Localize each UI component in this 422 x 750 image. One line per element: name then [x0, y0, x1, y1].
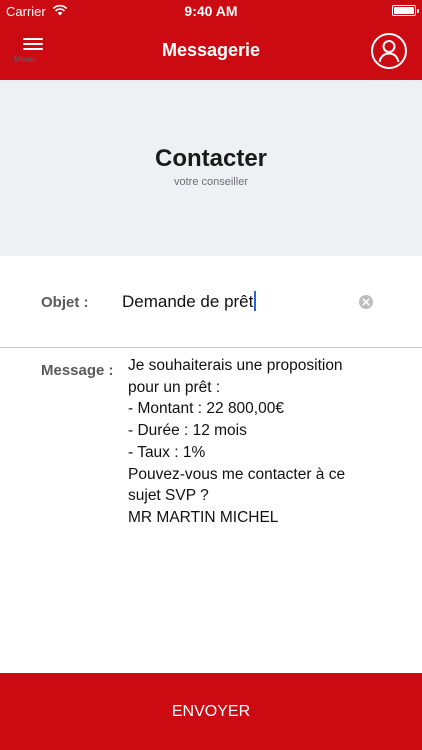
- header-subtitle: votre conseiller: [174, 176, 248, 188]
- message-line: - Taux : 1%: [128, 443, 206, 461]
- message-line: - Durée : 12 mois: [128, 422, 247, 440]
- subject-row: Objet : Demande de prêt: [0, 256, 422, 348]
- subject-input[interactable]: Demande de prêt: [122, 291, 257, 312]
- message-line: sujet SVP ?: [128, 487, 209, 505]
- message-line: Pouvez-vous me contacter à ce: [128, 465, 346, 483]
- battery-icon: [392, 5, 419, 16]
- subject-label: Objet :: [41, 294, 89, 311]
- message-label: Message :: [41, 362, 114, 379]
- text-cursor: [254, 291, 257, 311]
- message-line: pour un prêt :: [128, 378, 221, 396]
- user-profile-icon[interactable]: [370, 32, 408, 70]
- subject-value: Demande de prêt: [122, 292, 254, 311]
- message-textarea[interactable]: Je souhaiterais une proposition pour un …: [128, 355, 398, 529]
- message-line: Je souhaiterais une proposition: [128, 357, 343, 374]
- contact-header: Contacter votre conseiller: [0, 80, 422, 256]
- message-line: MR MARTIN MICHEL: [128, 508, 279, 526]
- carrier-label: Carrier: [6, 4, 46, 19]
- wifi-icon: [52, 4, 68, 16]
- message-line: - Montant : 22 800,00€: [128, 400, 284, 418]
- menu-label: Menu: [14, 55, 35, 64]
- send-button[interactable]: ENVOYER: [0, 673, 422, 750]
- hamburger-menu-icon: [23, 38, 43, 52]
- status-bar: Carrier 9:40 AM: [0, 0, 422, 22]
- page-title: Messagerie: [161, 40, 261, 60]
- nav-bar: Menu Messagerie: [0, 22, 422, 80]
- clear-icon[interactable]: [358, 294, 374, 310]
- menu-button[interactable]: Menu: [14, 34, 52, 70]
- header-title: Contacter: [154, 145, 268, 172]
